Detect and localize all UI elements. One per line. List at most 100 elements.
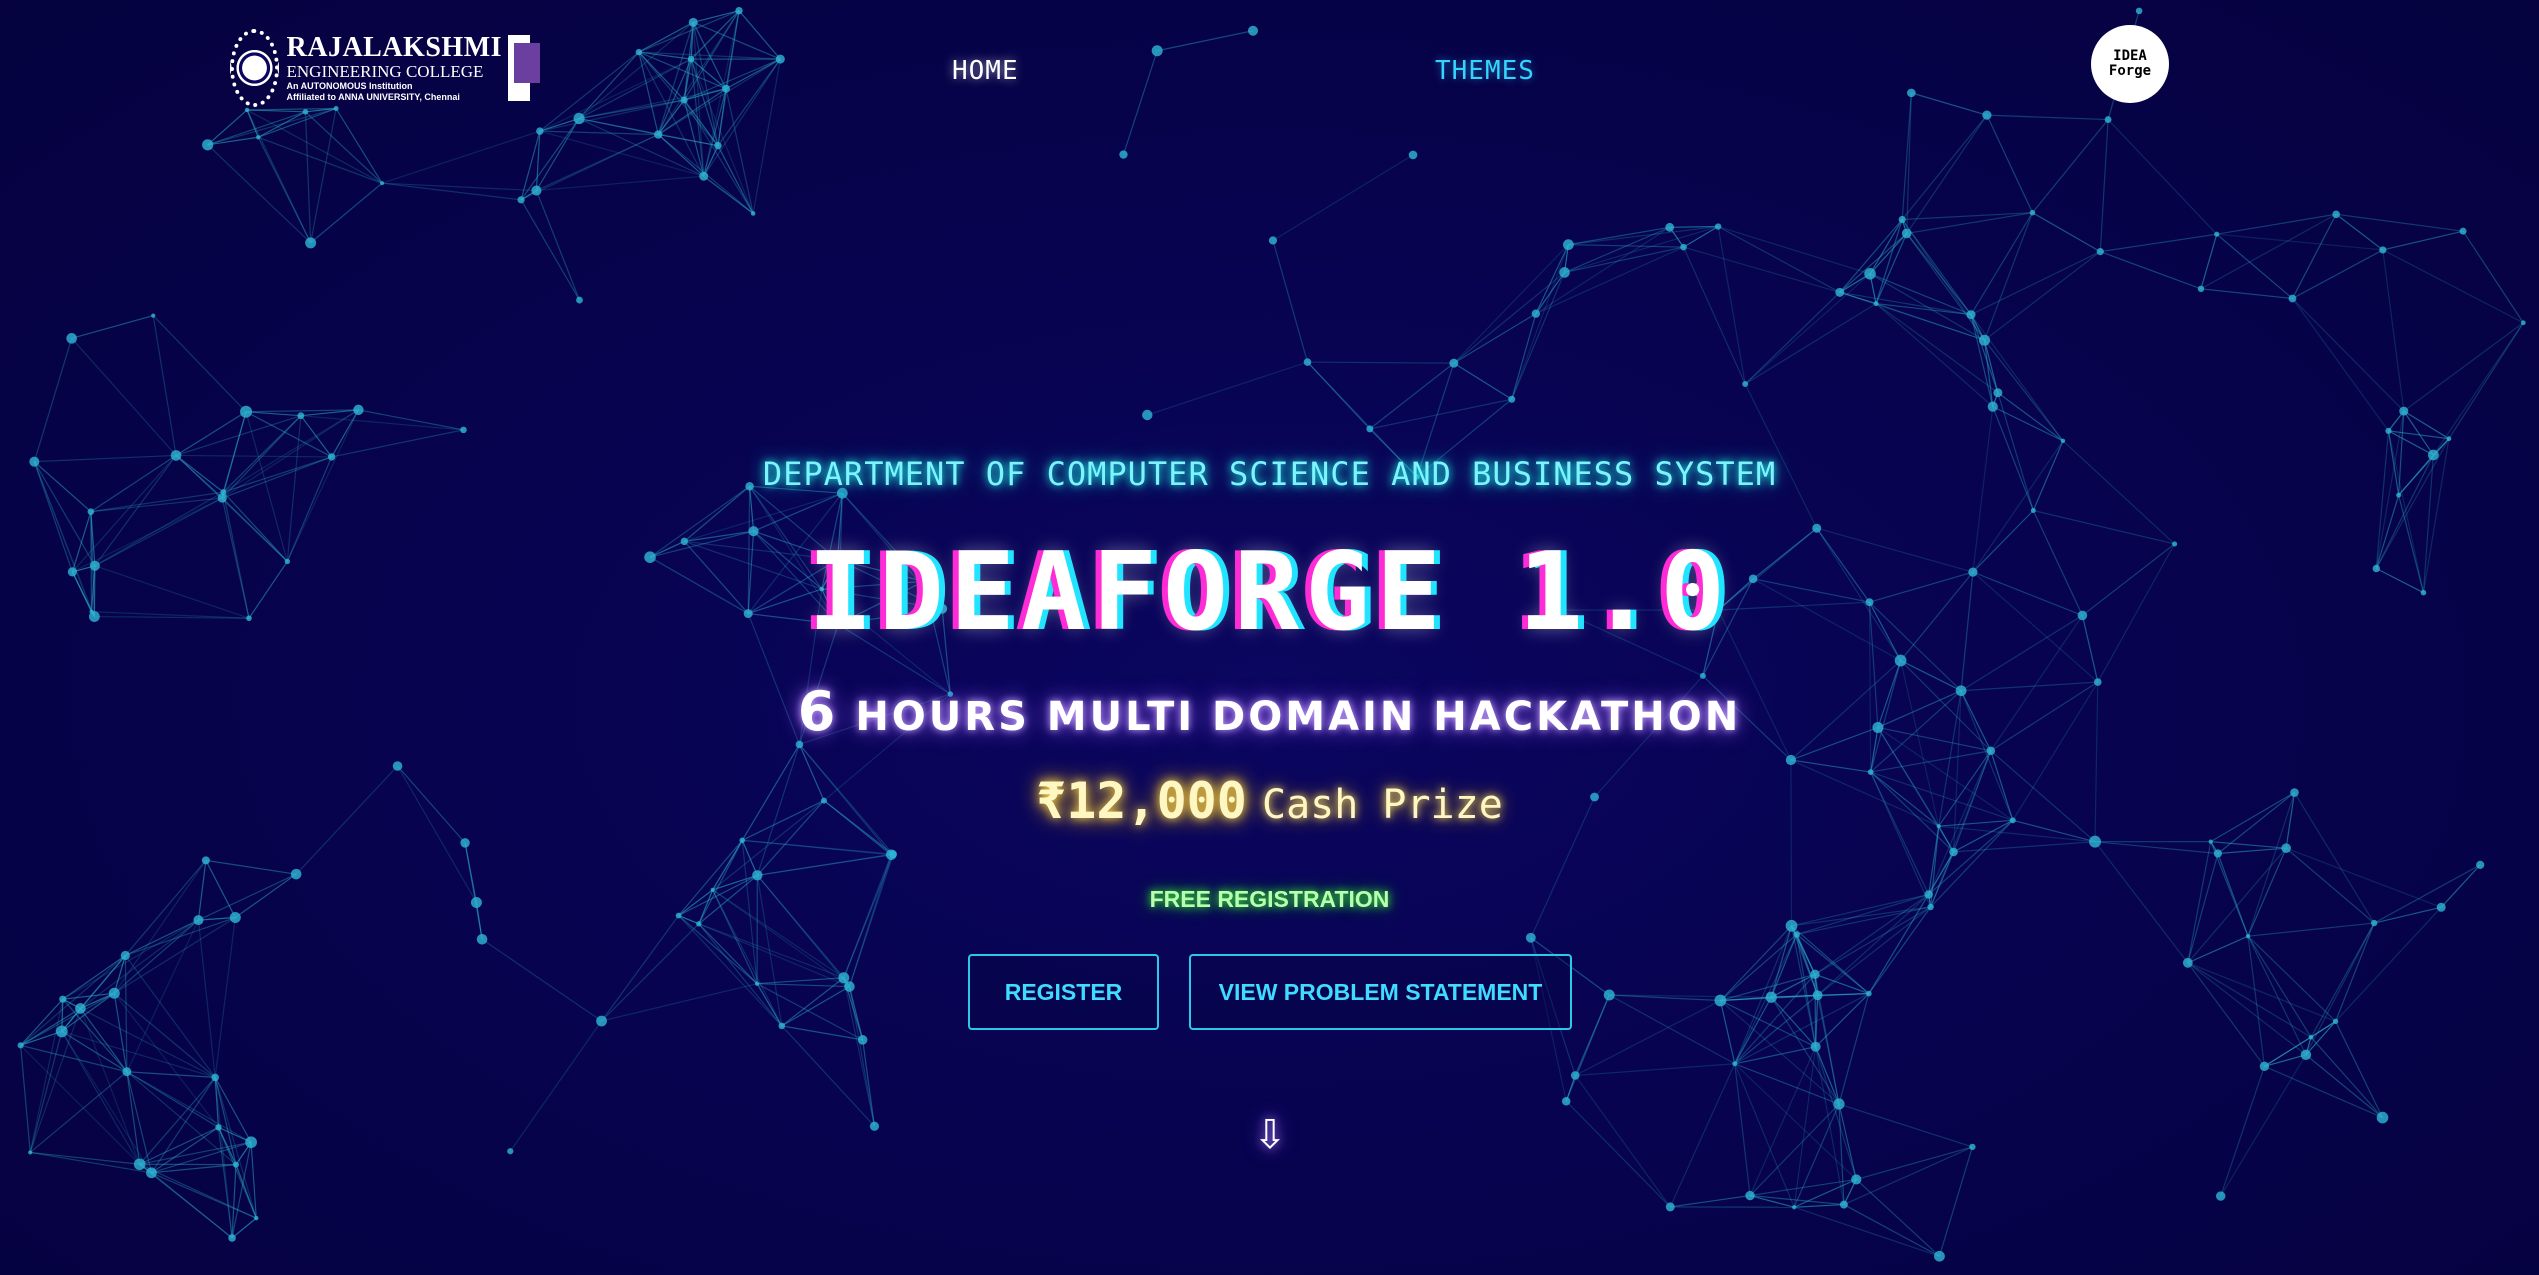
network-line	[2305, 922, 2375, 1056]
network-line	[1511, 244, 1569, 400]
network-node	[1449, 358, 1459, 368]
nav-themes[interactable]: THEMES	[1435, 56, 1535, 86]
network-line	[2335, 922, 2375, 1022]
network-node	[211, 1073, 219, 1082]
network-node	[687, 55, 695, 63]
network-node	[1765, 991, 1777, 1003]
network-node	[1366, 425, 1374, 433]
network-line	[1970, 314, 2064, 442]
network-line	[20, 1007, 81, 1046]
hero-section: RAJALAKSHMI ENGINEERING COLLEGE An AUTON…	[0, 0, 2539, 1275]
network-node	[654, 130, 663, 139]
network-line	[1794, 1203, 1844, 1208]
ideaforge-logo[interactable]: IDEA Forge	[2091, 25, 2169, 103]
network-node	[2089, 835, 2102, 848]
network-line	[1272, 240, 1309, 363]
college-logo[interactable]: RAJALAKSHMI ENGINEERING COLLEGE An AUTON…	[230, 28, 540, 108]
network-line	[2388, 430, 2450, 440]
network-node	[215, 1124, 222, 1131]
network-line	[1453, 362, 1513, 400]
network-node	[2288, 294, 2297, 303]
network-line	[2382, 249, 2405, 412]
network-line	[1911, 92, 1988, 116]
network-line	[61, 1030, 128, 1073]
network-line	[1535, 246, 1684, 315]
network-line	[2216, 233, 2293, 299]
network-node	[256, 135, 261, 140]
network-line	[381, 130, 541, 184]
network-node	[2216, 1191, 2226, 1201]
network-line	[1875, 303, 1999, 394]
network-node	[17, 1042, 24, 1049]
network-line	[1574, 994, 1610, 1076]
network-node	[2214, 231, 2220, 237]
scroll-down-arrow-icon[interactable]: ⇩	[1240, 1105, 1300, 1165]
network-line	[2031, 119, 2109, 214]
network-line	[1564, 226, 1670, 273]
network-node	[1142, 409, 1153, 421]
network-line	[1717, 225, 1871, 275]
network-line	[1793, 1206, 1940, 1257]
network-line	[1717, 225, 1841, 293]
network-line	[62, 919, 199, 1000]
network-line	[1568, 225, 1719, 246]
network-node	[1993, 388, 2003, 398]
network-node	[75, 1003, 86, 1014]
network-line	[2310, 1036, 2383, 1118]
network-node	[1793, 931, 1800, 938]
network-node	[1603, 989, 1615, 1001]
network-line	[331, 409, 359, 458]
network-line	[1565, 1100, 1671, 1208]
network-line	[1568, 226, 1670, 246]
network-line	[601, 923, 700, 1022]
network-line	[90, 497, 223, 513]
network-line	[90, 491, 224, 513]
network-line	[2247, 935, 2307, 1056]
network-line	[300, 415, 464, 431]
network-node	[1745, 1190, 1755, 1201]
network-node	[1969, 1143, 1976, 1151]
nav-home[interactable]: HOME	[952, 56, 1019, 86]
network-node	[460, 426, 467, 434]
network-node	[1665, 222, 1675, 232]
network-line	[1901, 92, 1912, 220]
network-node	[752, 870, 763, 881]
network-node	[1248, 25, 1259, 36]
network-node	[722, 84, 731, 93]
network-line	[1875, 219, 1903, 304]
network-line	[2210, 841, 2287, 849]
network-node	[1525, 932, 1536, 943]
network-line	[2187, 935, 2249, 964]
network-line	[1734, 993, 1870, 1065]
network-line	[335, 108, 383, 184]
network-line	[331, 429, 464, 458]
network-node	[2332, 1018, 2339, 1025]
network-line	[71, 315, 154, 339]
network-line	[214, 917, 236, 1078]
network-line	[2335, 1021, 2384, 1118]
network-node	[245, 1136, 257, 1149]
view-problem-statement-button[interactable]: VIEW PROBLEM STATEMENT	[1189, 954, 1572, 1030]
network-node	[778, 1022, 786, 1030]
network-line	[20, 955, 126, 1046]
network-node	[2096, 248, 2104, 256]
network-node	[1559, 267, 1570, 278]
free-registration-label: FREE REGISTRATION	[1149, 886, 1390, 912]
network-node	[1835, 287, 1845, 297]
network-line	[257, 137, 312, 244]
network-line	[2403, 410, 2450, 440]
network-node	[507, 1148, 514, 1155]
network-node	[2376, 1111, 2389, 1124]
network-line	[1734, 1063, 1840, 1105]
network-line	[80, 919, 199, 1009]
network-node	[2182, 957, 2193, 968]
network-line	[843, 977, 876, 1127]
network-line	[1734, 1063, 1795, 1208]
network-line	[752, 58, 781, 214]
network-node	[353, 404, 364, 416]
register-button[interactable]: REGISTER	[968, 954, 1159, 1030]
network-node	[688, 17, 698, 27]
network-node	[1531, 309, 1541, 318]
ideaforge-logo-line1: IDEA	[2113, 48, 2147, 64]
network-node	[2399, 406, 2409, 416]
